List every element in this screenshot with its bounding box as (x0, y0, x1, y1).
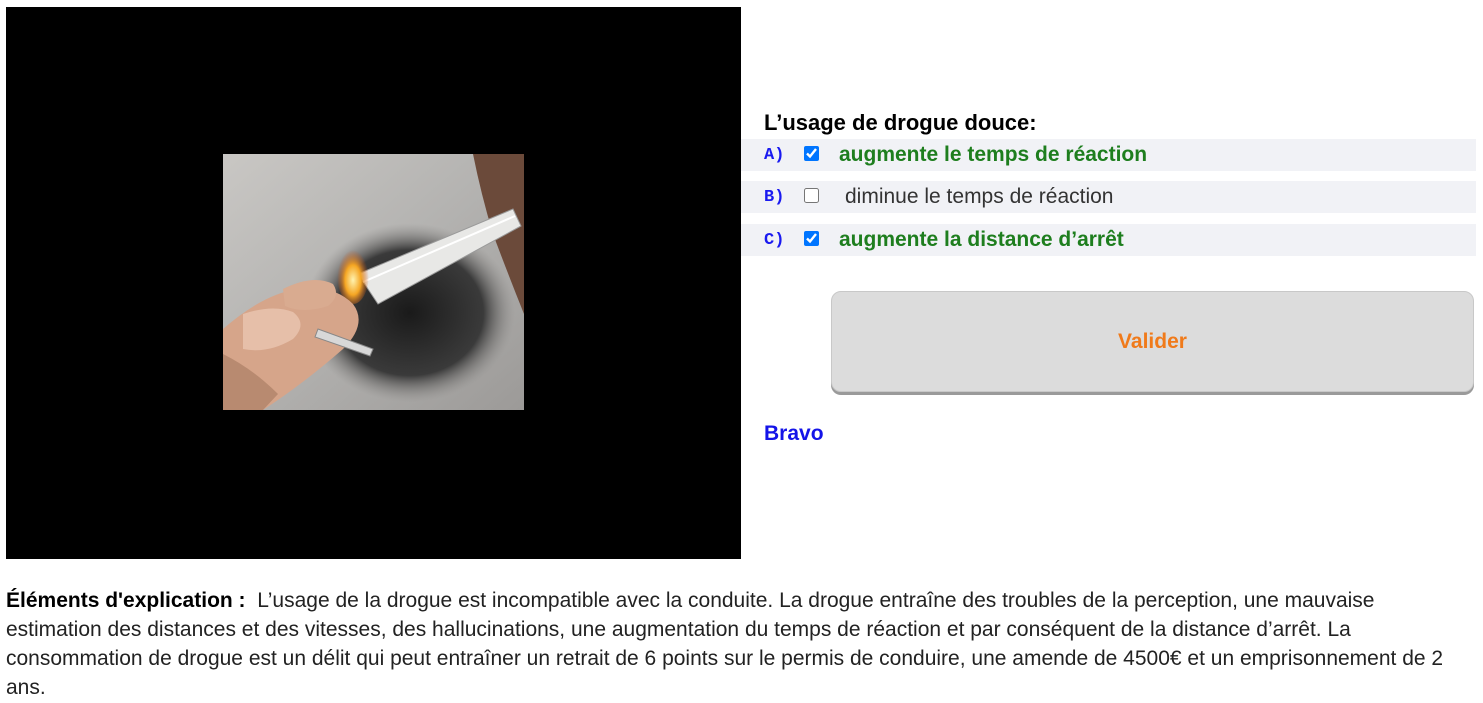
option-row-a[interactable]: A) augmente le temps de réaction (741, 139, 1476, 171)
option-letter: B) (764, 188, 785, 207)
question-title: L’usage de drogue douce: (764, 110, 1037, 135)
option-letter: A) (764, 146, 785, 165)
option-label: diminue le temps de réaction (845, 185, 1114, 208)
option-label: augmente le temps de réaction (839, 143, 1148, 166)
option-checkbox-a[interactable] (804, 146, 819, 161)
explanation-label: Éléments d'explication : (6, 589, 246, 612)
lighter-foil-photo (223, 154, 524, 410)
feedback-message: Bravo (764, 422, 824, 445)
option-checkbox-c[interactable] (804, 231, 819, 246)
option-label: augmente la distance d’arrêt (839, 228, 1124, 251)
option-row-b[interactable]: B) diminue le temps de réaction (741, 181, 1476, 213)
option-checkbox-b[interactable] (804, 188, 819, 203)
option-row-c[interactable]: C) augmente la distance d’arrêt (741, 224, 1476, 256)
option-letter: C) (764, 231, 785, 250)
validate-button[interactable]: Valider (831, 291, 1474, 392)
media-frame (6, 7, 741, 559)
explanation-block: Éléments d'explication : L’usage de la d… (6, 586, 1471, 702)
